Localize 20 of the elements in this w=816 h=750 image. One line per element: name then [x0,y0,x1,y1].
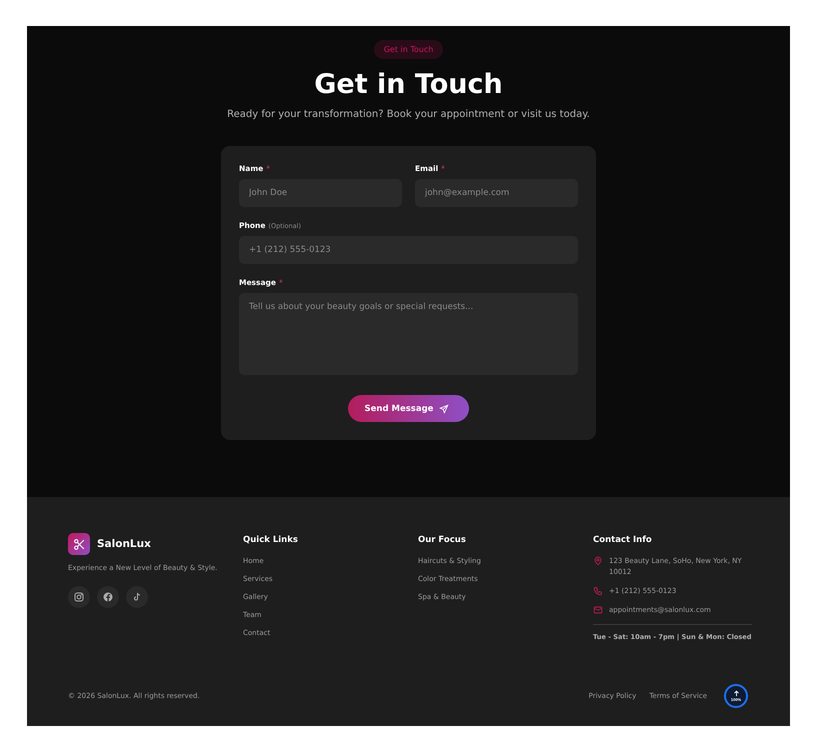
send-message-button[interactable]: Send Message [348,395,470,422]
tiktok-icon[interactable] [126,586,148,608]
column-title: Quick Links [243,535,299,545]
column-title: Contact Info [593,535,653,545]
facebook-icon[interactable] [97,586,119,608]
instagram-icon[interactable] [68,586,90,608]
column-title: Our Focus [418,535,467,545]
pin-icon [593,556,603,566]
phone-icon [593,586,603,596]
input-field[interactable]: john@example.com [415,179,578,207]
envelope-icon [593,605,603,615]
section-subtitle: Ready for your transformation? Book your appointment or visit us today. [227,109,590,120]
input-field[interactable]: +1 (212) 555-0123 [239,236,578,264]
logo-icon [68,533,90,555]
message-field[interactable]: Tell us about your beauty goals or special requests... [239,293,578,375]
arrow-up-icon [732,690,740,697]
section-title: Get in Touch [314,69,503,100]
send-icon [439,404,450,414]
section-badge: Get in Touch [374,40,444,59]
brand-name: SalonLux [97,538,151,550]
